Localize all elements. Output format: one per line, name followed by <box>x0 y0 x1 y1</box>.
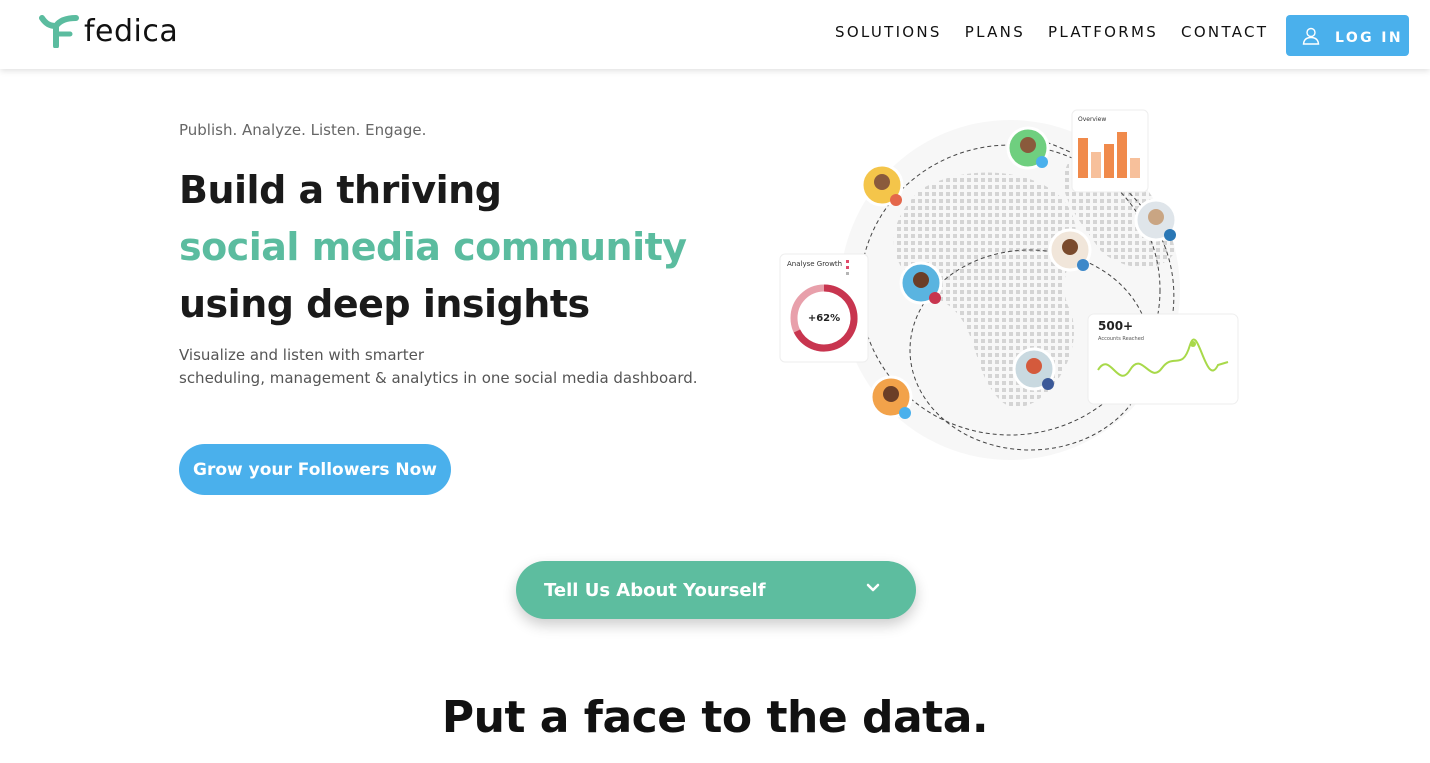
hero-subtext: Visualize and listen with smarter schedu… <box>179 344 698 390</box>
dropdown-label: Tell Us About Yourself <box>544 579 766 601</box>
login-label: LOG IN <box>1335 29 1404 46</box>
twitter-icon <box>1036 156 1048 168</box>
about-yourself-dropdown[interactable]: Tell Us About Yourself <box>516 561 916 619</box>
mastodon-icon <box>1077 259 1089 271</box>
fedica-logo-icon <box>39 15 79 48</box>
overview-card: Overview <box>1071 109 1149 193</box>
avatar-6 <box>1012 347 1056 391</box>
twitter-icon <box>899 407 911 419</box>
growth-card-title: Analyse Growth <box>787 260 842 268</box>
reach-value: 500+ <box>1098 319 1133 333</box>
reach-label: Accounts Reached <box>1098 336 1144 342</box>
subtext-line-2: scheduling, management & analytics in on… <box>179 369 698 387</box>
section-title: Put a face to the data. <box>441 692 989 743</box>
nav-platforms[interactable]: PLATFORMS <box>1048 23 1158 41</box>
avatar-4 <box>1048 228 1092 272</box>
main-nav: SOLUTIONS PLANS PLATFORMS CONTACT <box>835 23 1291 41</box>
avatar-1 <box>860 163 904 207</box>
hero-illustration: Overview Analyse Growth +62% 500+ Accoun… <box>779 109 1239 460</box>
headline-line-3: using deep insights <box>179 282 590 326</box>
reach-card: 500+ Accounts Reached <box>1087 313 1239 405</box>
overview-card-title: Overview <box>1078 116 1106 123</box>
instagram-icon <box>890 194 902 206</box>
user-icon <box>1302 27 1320 45</box>
nav-contact[interactable]: CONTACT <box>1181 23 1268 41</box>
site-header: fedica SOLUTIONS PLANS PLATFORMS CONTACT… <box>0 0 1430 69</box>
avatar-7 <box>869 375 913 419</box>
avatar-2 <box>1006 126 1050 170</box>
nav-solutions[interactable]: SOLUTIONS <box>835 23 942 41</box>
headline-line-2: social media community <box>179 225 687 269</box>
avatar-3 <box>1134 198 1178 242</box>
chevron-down-icon <box>866 583 880 592</box>
hero-headline: Build a thriving social media community … <box>179 162 687 333</box>
headline-line-1: Build a thriving <box>179 168 502 212</box>
pinterest-icon <box>929 292 941 304</box>
brand-name: fedica <box>84 13 179 49</box>
avatar-5 <box>899 261 943 305</box>
facebook-icon <box>1042 378 1054 390</box>
subtext-line-1: Visualize and listen with smarter <box>179 346 424 364</box>
login-button[interactable]: LOG IN <box>1286 15 1409 56</box>
grow-followers-button[interactable]: Grow your Followers Now <box>179 444 451 495</box>
fedica-logo[interactable]: fedica <box>38 13 179 49</box>
growth-value: +62% <box>808 313 840 324</box>
nav-plans[interactable]: PLANS <box>965 23 1025 41</box>
linkedin-icon <box>1164 229 1176 241</box>
growth-card: Analyse Growth +62% <box>779 253 869 363</box>
hero-tagline: Publish. Analyze. Listen. Engage. <box>179 121 427 139</box>
